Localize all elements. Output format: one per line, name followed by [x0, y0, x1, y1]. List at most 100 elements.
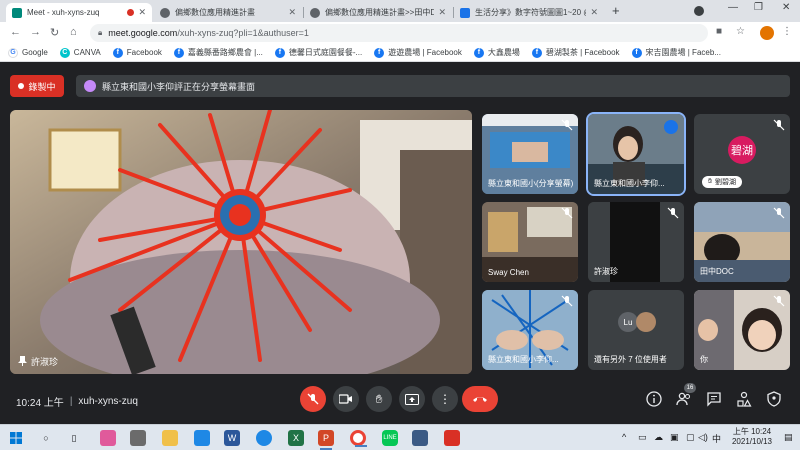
word-icon[interactable]: W	[224, 430, 240, 446]
task-view-icon[interactable]: ▯	[66, 430, 82, 446]
bookmark-facebook[interactable]: f Facebook	[112, 47, 162, 58]
app-icon[interactable]	[412, 430, 428, 446]
bookmark-star-icon[interactable]: ☆	[736, 26, 745, 37]
volume-icon[interactable]: ◁)	[698, 432, 708, 443]
close-tab-icon[interactable]: ✕	[438, 7, 446, 18]
screen-recorder-icon[interactable]	[444, 430, 460, 446]
close-tab-icon[interactable]: ✕	[590, 7, 598, 18]
mic-off-icon	[667, 207, 679, 219]
mic-off-icon	[307, 393, 319, 405]
camera-in-use-icon[interactable]: ■	[716, 26, 722, 37]
bookmark-item[interactable]: f 遊遊農場 | Facebook	[374, 47, 462, 58]
people-icon[interactable]	[676, 391, 692, 407]
record-dot-icon	[18, 83, 25, 89]
tab-search-icon[interactable]	[694, 6, 704, 16]
presenter-avatar	[84, 80, 96, 92]
forward-icon[interactable]: →	[30, 26, 41, 38]
monitor-icon[interactable]: ▢	[686, 432, 695, 443]
participant-name: 縣立東和國小李仰...	[594, 179, 665, 188]
url-host: meet.google.com	[108, 28, 178, 38]
excel-icon[interactable]: X	[288, 430, 304, 446]
main-speaker-name: 許淑珍	[31, 357, 59, 367]
self-tile[interactable]: 你	[694, 290, 790, 370]
host-controls-icon[interactable]	[766, 391, 782, 407]
facebook-icon: f	[631, 47, 642, 58]
end-call-icon	[473, 397, 487, 402]
activities-icon[interactable]	[736, 391, 752, 407]
reload-icon[interactable]: ↻	[50, 26, 59, 39]
show-hidden-icons-icon[interactable]: ^	[622, 432, 626, 442]
profile-avatar[interactable]	[760, 26, 774, 40]
search-icon[interactable]: ○	[38, 430, 54, 446]
close-window-icon[interactable]: ✕	[782, 2, 790, 13]
main-video[interactable]: 許淑珍	[10, 110, 472, 374]
pin-icon[interactable]	[18, 355, 27, 368]
recording-badge[interactable]: 錄製中	[10, 75, 64, 97]
bookmark-google[interactable]: G Google	[8, 47, 48, 58]
more-participants-tile[interactable]: Lu 還有另外 7 位使用者	[588, 290, 684, 370]
mic-toggle-button[interactable]	[300, 386, 326, 412]
network-icon[interactable]: ▭	[638, 432, 647, 443]
speaking-indicator-icon	[664, 120, 678, 134]
bookmark-item[interactable]: f 碧湖製茶 | Facebook	[531, 47, 620, 58]
bookmark-item[interactable]: f 宋吉園農場 | Faceb...	[631, 47, 721, 58]
calendar-app-icon[interactable]	[194, 430, 210, 446]
close-tab-icon[interactable]: ✕	[288, 7, 296, 18]
bookmark-label: 大鑫農場	[487, 48, 520, 57]
participant-tile[interactable]: 縣立東和國小李仰...	[482, 290, 578, 370]
participant-tile[interactable]: 縣立東和國小(分享螢幕)	[482, 114, 578, 194]
participant-name-pill: ✋︎ 劉碧湖	[702, 176, 742, 188]
notifications-icon[interactable]: ▤	[784, 432, 793, 443]
chat-icon[interactable]	[706, 391, 722, 407]
leave-call-button[interactable]	[462, 386, 498, 412]
bookmark-item[interactable]: f 德馨日式庭園餐餐-...	[274, 47, 362, 58]
present-button[interactable]	[399, 386, 425, 412]
tab-meet[interactable]: Meet - xuh-xyns-zuq ✕	[6, 3, 152, 22]
display-icon[interactable]: ▣	[670, 432, 679, 443]
new-tab-button[interactable]: +	[612, 3, 620, 18]
mic-off-icon	[773, 295, 785, 307]
start-button[interactable]	[8, 430, 24, 446]
canva-icon: C	[59, 47, 70, 58]
bookmark-canva[interactable]: C CANVA	[59, 47, 101, 58]
line-app-icon[interactable]: LINE	[382, 430, 398, 446]
bookmark-item[interactable]: f 嘉義縣番路鄉農會 |...	[173, 47, 263, 58]
restore-icon[interactable]: ❐	[754, 2, 763, 13]
camera-toggle-button[interactable]	[333, 386, 359, 412]
tab-4[interactable]: 生活分享》數字符號圖圖1~20 @ ✕	[454, 3, 604, 22]
back-icon[interactable]: ←	[10, 26, 21, 38]
meeting-details-icon[interactable]	[646, 391, 662, 407]
file-explorer-icon[interactable]	[162, 430, 178, 446]
participant-tile[interactable]: 碧湖 ✋︎ 劉碧湖	[694, 114, 790, 194]
bookmark-item[interactable]: f 大鑫農場	[473, 47, 520, 58]
participant-tile[interactable]: 縣立東和國小李仰...	[586, 112, 686, 196]
close-tab-icon[interactable]: ✕	[138, 7, 146, 18]
input-method-indicator[interactable]: 中	[712, 432, 721, 445]
facebook-icon: f	[531, 47, 542, 58]
paint-app-icon[interactable]	[100, 430, 116, 446]
camera-icon	[339, 394, 352, 404]
participant-tile[interactable]: 許淑珍	[588, 202, 684, 282]
browser-app-icon[interactable]	[256, 430, 272, 446]
more-options-button[interactable]: ⋮	[432, 386, 458, 412]
address-bar[interactable]: 🔒︎ meet.google.com/xuh-xyns-zuq?pli=1&au…	[90, 24, 708, 42]
raise-hand-button[interactable]: ✋︎	[366, 386, 392, 412]
facebook-icon: f	[374, 47, 385, 58]
powerpoint-icon[interactable]: P	[318, 430, 334, 450]
minimize-icon[interactable]: —	[728, 2, 738, 13]
tab-2[interactable]: 偏鄉數位應用精進計畫 ✕	[154, 3, 302, 22]
cloud-icon[interactable]: ☁	[654, 432, 663, 443]
participant-tile[interactable]: Sway Chen	[482, 202, 578, 282]
tab-3[interactable]: 偏鄉數位應用精進計畫>>田中DOC ✕	[304, 3, 452, 22]
chrome-icon[interactable]	[350, 430, 367, 447]
usb-drive-icon[interactable]	[130, 430, 146, 446]
taskbar-clock[interactable]: 上午 10:24 2021/10/13	[724, 427, 780, 447]
home-icon[interactable]: ⌂	[70, 26, 77, 38]
participant-tile[interactable]: 田中DOC	[694, 202, 790, 282]
mic-off-icon	[561, 207, 573, 219]
menu-dots-icon[interactable]: ⋮	[782, 26, 792, 37]
facebook-icon: f	[274, 47, 285, 58]
tab-strip: Meet - xuh-xyns-zuq ✕ 偏鄉數位應用精進計畫 ✕ 偏鄉數位應…	[0, 0, 800, 22]
tab-title: Meet - xuh-xyns-zuq	[27, 8, 100, 17]
lock-icon[interactable]: 🔒︎	[98, 28, 102, 38]
